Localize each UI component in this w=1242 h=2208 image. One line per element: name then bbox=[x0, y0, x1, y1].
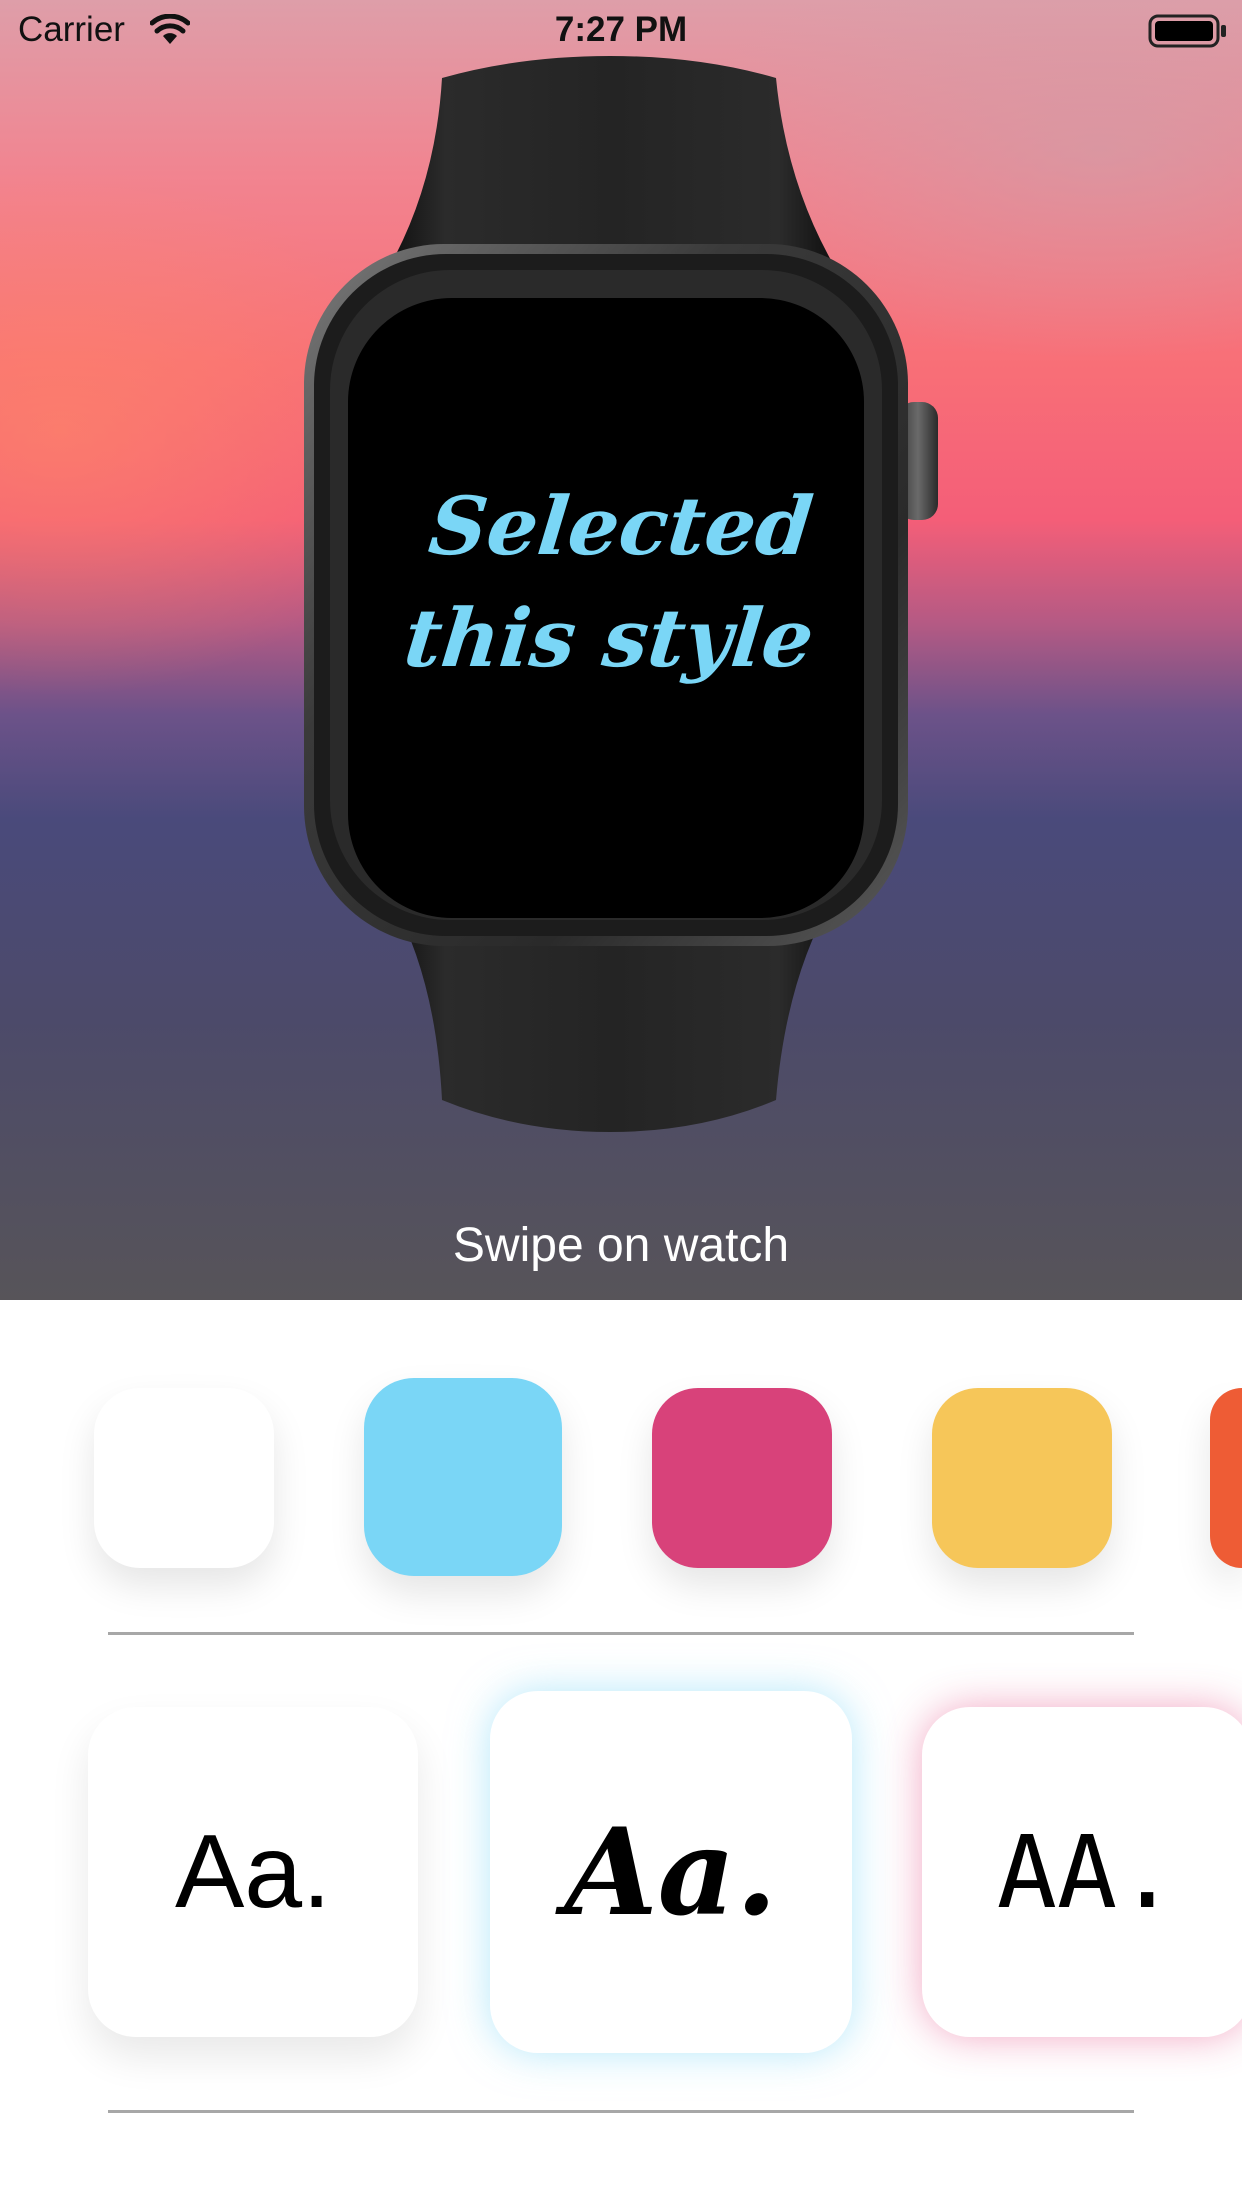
color-swatch-pink[interactable] bbox=[652, 1388, 832, 1568]
font-option-script[interactable]: Aa. bbox=[490, 1691, 852, 2053]
color-swatch-yellow[interactable] bbox=[932, 1388, 1112, 1568]
font-sample-label: Aa. bbox=[174, 1813, 332, 1930]
color-swatch-white[interactable] bbox=[94, 1388, 274, 1568]
watch-screen-text: Selected this style bbox=[343, 470, 887, 694]
color-swatch-light-blue[interactable] bbox=[364, 1378, 562, 1576]
divider bbox=[108, 2110, 1134, 2113]
color-swatch-orange[interactable] bbox=[1210, 1388, 1242, 1568]
font-option-caps[interactable]: AA. bbox=[922, 1707, 1242, 2037]
divider bbox=[108, 1632, 1134, 1635]
font-sample-label: Aa. bbox=[564, 1801, 778, 1943]
watch-text-line1: Selected bbox=[424, 479, 818, 573]
font-option-sans[interactable]: Aa. bbox=[88, 1707, 418, 2037]
font-sample-label: AA. bbox=[996, 1813, 1178, 1931]
watch-preview-area[interactable]: Carrier 7:27 PM Selected this style Swip… bbox=[0, 0, 1242, 1300]
watch-text-line2: this style bbox=[400, 591, 819, 685]
swipe-hint-label: Swipe on watch bbox=[452, 1219, 790, 1272]
